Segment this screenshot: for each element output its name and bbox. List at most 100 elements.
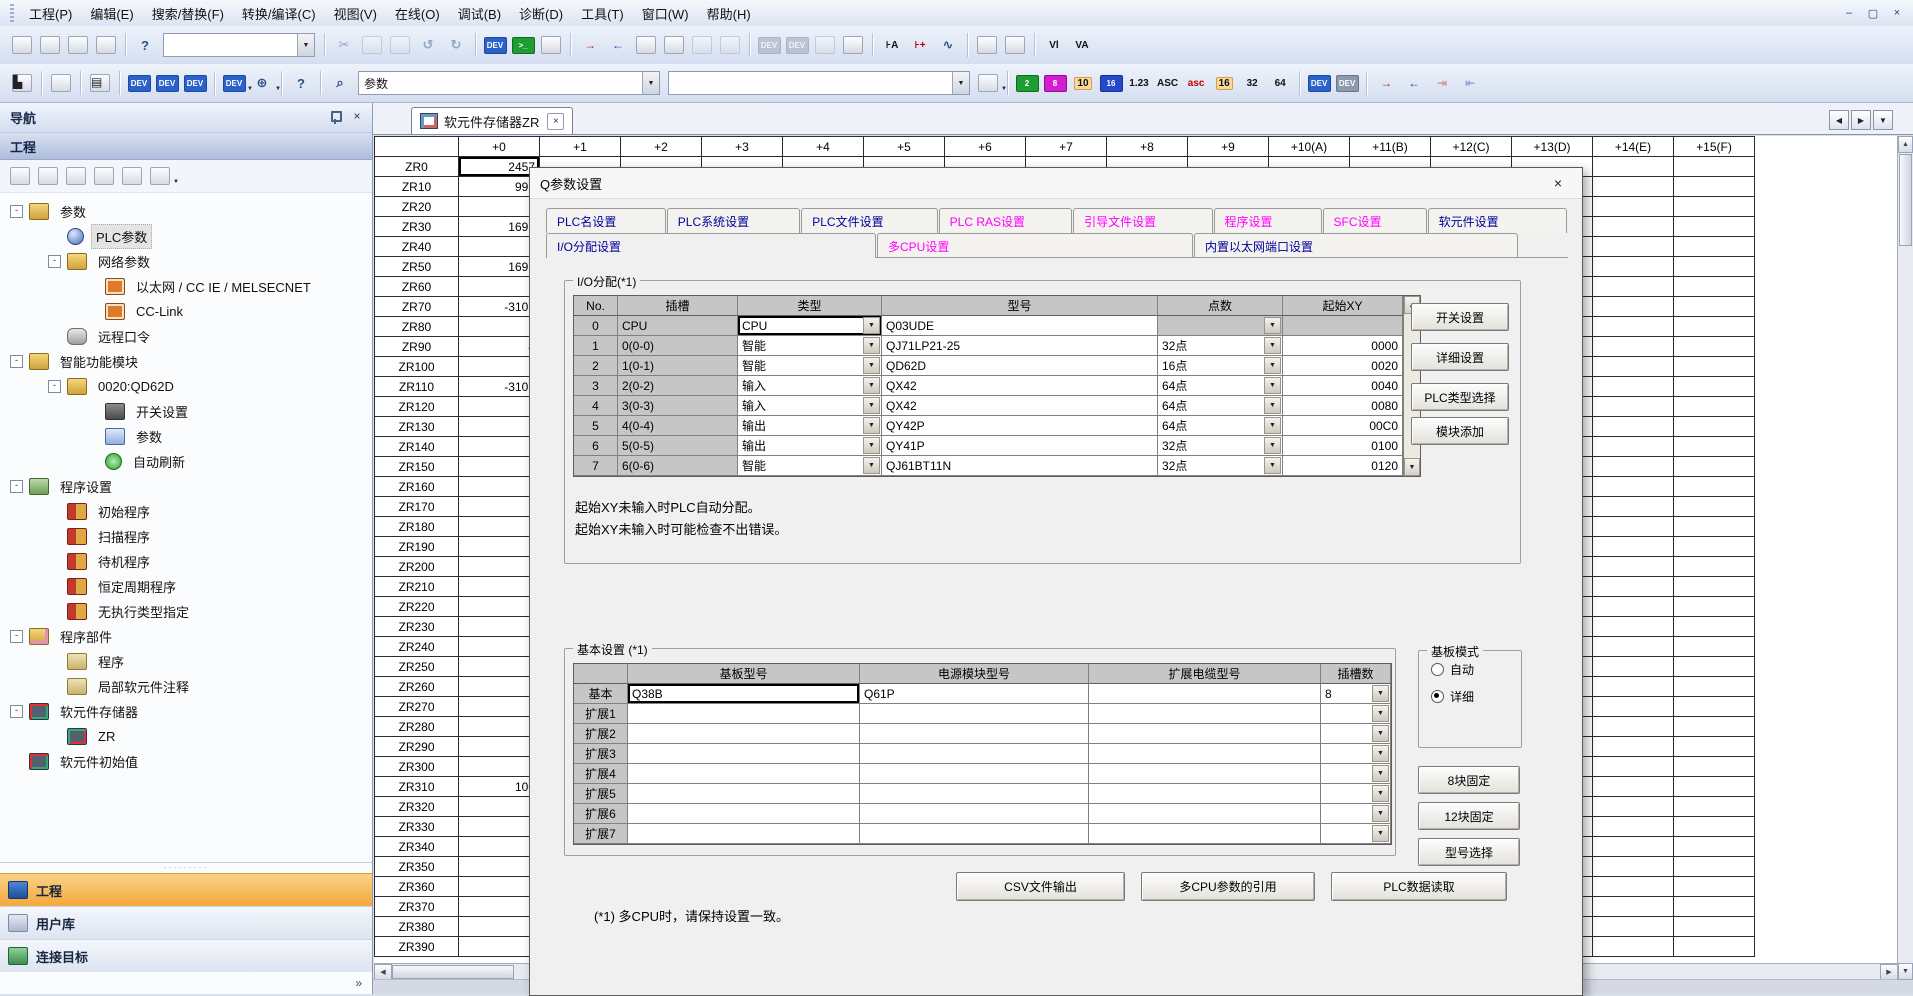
grid-cell[interactable] xyxy=(1674,917,1755,937)
grid-row-header[interactable]: ZR150 xyxy=(375,457,459,477)
cable-model-input[interactable] xyxy=(1089,784,1321,804)
grid-cell[interactable] xyxy=(1674,577,1755,597)
save-project-icon[interactable] xyxy=(65,32,91,58)
dropdown-arrow-icon[interactable]: ▼ xyxy=(1264,337,1281,354)
collapse-icon[interactable]: - xyxy=(48,380,61,393)
io-side-button-1[interactable]: 详细设置 xyxy=(1411,343,1509,371)
io-type-select[interactable]: 输入▼ xyxy=(738,396,882,416)
io-points-select[interactable]: 64点▼ xyxy=(1158,396,1283,416)
help-2-icon[interactable]: ? xyxy=(288,70,314,96)
drag-handle[interactable]: ········· xyxy=(0,863,372,873)
slots-select[interactable]: ▼ xyxy=(1321,804,1391,824)
grid-column-header[interactable]: +1 xyxy=(540,137,621,157)
maximize-button[interactable]: ▢ xyxy=(1861,3,1885,23)
power-model-input[interactable] xyxy=(860,764,1089,784)
grid-cell[interactable] xyxy=(1593,377,1674,397)
dropdown-arrow-icon[interactable]: ▼ xyxy=(863,417,880,434)
io-startxy-input[interactable]: 00C0 xyxy=(1283,416,1403,436)
print-icon[interactable] xyxy=(93,32,119,58)
grid-cell[interactable] xyxy=(1593,857,1674,877)
grid-column-header[interactable]: +10(A) xyxy=(1269,137,1350,157)
grid-cell[interactable] xyxy=(1593,617,1674,637)
new-item-icon[interactable] xyxy=(7,163,33,189)
grid-row-header[interactable]: ZR10 xyxy=(375,177,459,197)
view-button-2[interactable]: 连接目标 xyxy=(0,939,372,972)
grid-row-header[interactable]: ZR370 xyxy=(375,897,459,917)
grid-cell[interactable]: 4 xyxy=(459,337,540,357)
grid-cell[interactable]: 1695 xyxy=(459,217,540,237)
power-model-input[interactable] xyxy=(860,824,1089,844)
dropdown-arrow-icon[interactable]: ▼ xyxy=(1264,377,1281,394)
base-side-button-2[interactable]: 型号选择 xyxy=(1418,838,1520,866)
param2-tab-1[interactable]: 多CPU设置 xyxy=(877,233,1193,258)
dropdown-arrow-icon[interactable]: ▼ xyxy=(275,86,281,92)
grid-row-header[interactable]: ZR170 xyxy=(375,497,459,517)
device-memory-detail-icon[interactable]: DEV xyxy=(1334,70,1360,96)
monitor-window-icon[interactable] xyxy=(812,32,838,58)
grid-cell[interactable] xyxy=(1674,637,1755,657)
grid-cell[interactable] xyxy=(1593,677,1674,697)
radio-icon[interactable] xyxy=(1431,690,1444,703)
dropdown-arrow-icon[interactable]: ▼ xyxy=(1264,397,1281,414)
tree-item-label[interactable]: 0020:QD62D xyxy=(94,377,178,396)
dialog-bottom-button-0[interactable]: CSV文件输出 xyxy=(956,872,1125,901)
tree-item-label[interactable]: 软元件初始值 xyxy=(56,750,142,773)
paste-item-icon[interactable] xyxy=(63,163,89,189)
menu-item-1[interactable]: 编辑(E) xyxy=(81,0,142,27)
io-side-button-3[interactable]: 模块添加 xyxy=(1411,417,1509,445)
io-points-select[interactable]: 64点▼ xyxy=(1158,416,1283,436)
io-scroll-down-icon[interactable]: ▼ xyxy=(1404,458,1420,476)
io-startxy-input[interactable] xyxy=(1283,316,1403,336)
io-type-select[interactable]: CPU▼ xyxy=(738,316,882,336)
grid-cell[interactable] xyxy=(1674,197,1755,217)
grid-cell[interactable] xyxy=(1593,817,1674,837)
slots-select[interactable]: ▼ xyxy=(1321,744,1391,764)
tree-item-10[interactable]: 自动刷新 xyxy=(0,449,372,474)
tree-item-label[interactable]: 初始程序 xyxy=(94,500,154,523)
dropdown-arrow-icon[interactable]: ▼ xyxy=(297,34,314,56)
remote-operation-icon[interactable] xyxy=(689,32,715,58)
tree-item-18[interactable]: 程序 xyxy=(0,649,372,674)
dropdown-arrow-icon[interactable]: ▼ xyxy=(1372,805,1389,822)
io-model-input[interactable]: QX42 xyxy=(882,396,1158,416)
dropdown-arrow-icon[interactable]: ▼ xyxy=(1264,457,1281,474)
redo-icon[interactable]: ↻ xyxy=(443,32,469,58)
grid-cell[interactable] xyxy=(1593,537,1674,557)
grid-cell[interactable] xyxy=(1593,557,1674,577)
grid-cell[interactable] xyxy=(1593,877,1674,897)
scroll-right-button[interactable]: ▶ xyxy=(1880,964,1898,980)
grid-cell[interactable] xyxy=(1674,897,1755,917)
device-note-icon[interactable]: DEV xyxy=(182,70,208,96)
read-device-memory-icon[interactable]: ← xyxy=(1401,70,1427,96)
base-model-input[interactable] xyxy=(628,744,860,764)
verify-with-plc-icon[interactable] xyxy=(633,32,659,58)
power-model-input[interactable] xyxy=(860,784,1089,804)
grid-cell[interactable] xyxy=(1593,257,1674,277)
grid-cell[interactable] xyxy=(459,197,540,217)
grid-cell[interactable] xyxy=(459,737,540,757)
device-target-combo[interactable]: 参数▼ xyxy=(358,71,660,95)
grid-cell[interactable] xyxy=(1593,197,1674,217)
grid-row-header[interactable]: ZR290 xyxy=(375,737,459,757)
cable-model-input[interactable] xyxy=(1089,824,1321,844)
dropdown-arrow-icon[interactable]: ▼ xyxy=(863,337,880,354)
grid-cell[interactable] xyxy=(1593,897,1674,917)
dropdown-arrow-icon[interactable]: ▼ xyxy=(1372,725,1389,742)
menu-item-6[interactable]: 调试(B) xyxy=(449,0,510,27)
tab-list-button[interactable]: ▼ xyxy=(1873,110,1893,130)
open-project-icon[interactable] xyxy=(37,32,63,58)
slots-select[interactable]: ▼ xyxy=(1321,824,1391,844)
document-tab-close-icon[interactable]: × xyxy=(547,113,564,130)
io-model-input[interactable]: QD62D xyxy=(882,356,1158,376)
grid-cell[interactable] xyxy=(1593,337,1674,357)
stop-monitor-icon[interactable]: DEV xyxy=(784,32,810,58)
find-coil-icon[interactable]: ⊦+ xyxy=(907,32,933,58)
tree-item-label[interactable]: 参数 xyxy=(132,425,166,448)
grid-cell[interactable] xyxy=(459,637,540,657)
grid-cell[interactable] xyxy=(459,677,540,697)
grid-row-header[interactable]: ZR310 xyxy=(375,777,459,797)
io-type-select[interactable]: 智能▼ xyxy=(738,456,882,476)
io-points-select[interactable]: 16点▼ xyxy=(1158,356,1283,376)
io-table-scrollbar[interactable]: ▼ xyxy=(1403,456,1420,476)
tree-item-label[interactable]: CC-Link xyxy=(132,302,187,321)
